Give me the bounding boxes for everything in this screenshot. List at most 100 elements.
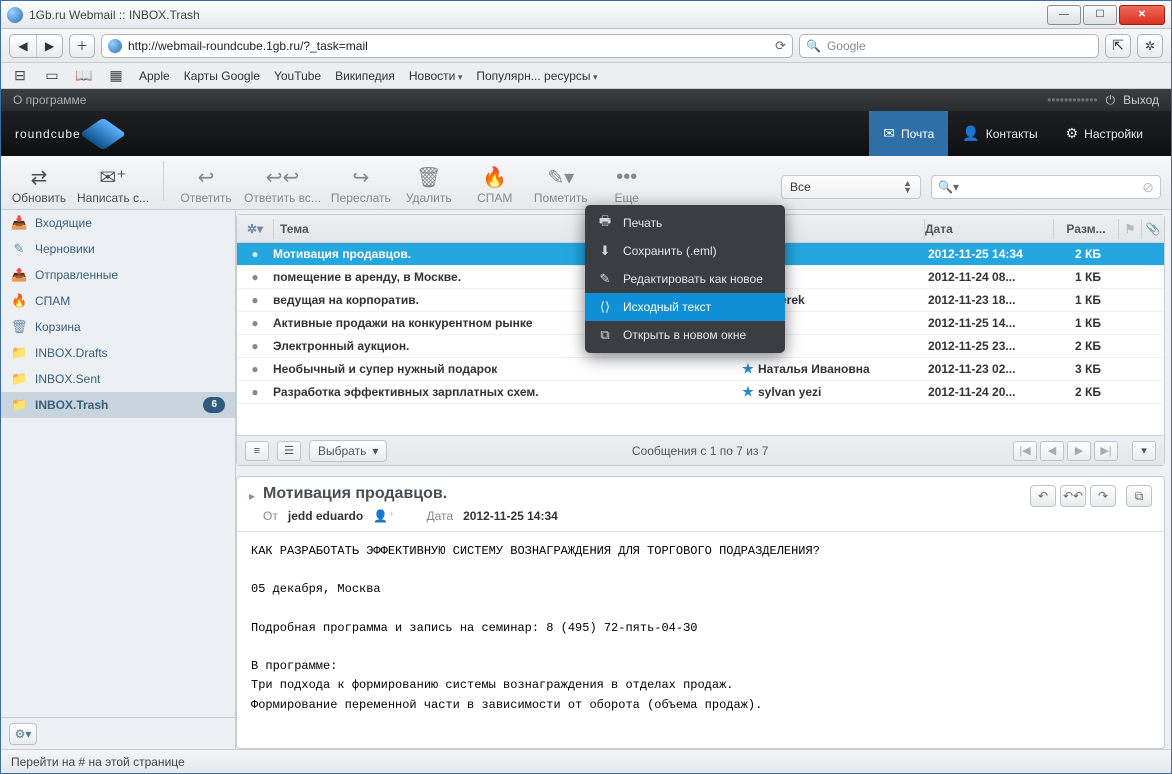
back-button[interactable]: ◀ <box>10 35 36 57</box>
col-size[interactable]: Разм... <box>1054 222 1118 236</box>
open-window-button[interactable]: ⧉ <box>1126 485 1152 507</box>
maximize-button[interactable]: ☐ <box>1083 5 1117 25</box>
thread-mode-button[interactable]: ☰ <box>277 441 301 461</box>
bookmark-item[interactable]: Новости <box>409 69 462 83</box>
list-mode-button[interactable]: ≡ <box>245 441 269 461</box>
forward-button[interactable]: ↪Переслать <box>331 165 391 205</box>
context-menu-item[interactable]: 🖶Печать <box>585 209 785 237</box>
reply-all-button[interactable]: ↩↩Ответить вс... <box>244 165 321 205</box>
browser-toolbar: ◀ ▶ ＋ http://webmail-roundcube.1gb.ru/?_… <box>1 29 1171 63</box>
bookmark-item[interactable]: Карты Google <box>184 69 260 83</box>
message-row[interactable]: ●Разработка эффективных зарплатных схем.… <box>237 381 1164 404</box>
bookmark-item[interactable]: YouTube <box>274 69 321 83</box>
page-first[interactable]: |◀ <box>1013 441 1037 461</box>
search-placeholder: Google <box>827 39 866 53</box>
compose-button[interactable]: ✉⁺Написать с... <box>77 165 149 205</box>
sidebar-toggle-icon[interactable]: ⊟ <box>11 69 29 83</box>
filter-select[interactable]: Все ▲▼ <box>781 175 921 199</box>
spam-button[interactable]: 🔥СПАМ <box>467 165 523 205</box>
msg-date: 2012-11-25 14:34 <box>928 247 1056 261</box>
select-menu[interactable]: Выбрать▾ <box>309 440 387 462</box>
folder-item[interactable]: 📁INBOX.Drafts <box>1 340 235 366</box>
bookmark-item[interactable]: Apple <box>139 69 170 83</box>
col-flag[interactable]: ⚑ <box>1119 222 1141 236</box>
page-next[interactable]: ▶ <box>1067 441 1091 461</box>
mail-icon: ✉ <box>883 125 895 142</box>
about-link[interactable]: О программе <box>13 93 86 107</box>
book-icon[interactable]: 📖 <box>75 69 93 83</box>
close-button[interactable]: ✕ <box>1119 5 1165 25</box>
mail-search[interactable]: 🔍▾ ⊘ <box>931 175 1161 199</box>
bookmark-item[interactable]: Википедия <box>335 69 395 83</box>
contact-icon[interactable]: 👤⁺ <box>373 509 394 523</box>
folder-item[interactable]: 📁INBOX.Sent <box>1 366 235 392</box>
message-row[interactable]: ●Необычный и супер нужный подарок★Наталь… <box>237 358 1164 381</box>
bullet-icon: ● <box>237 293 273 307</box>
new-window-button[interactable]: ⇱ <box>1105 34 1131 58</box>
folder-settings-button[interactable]: ⚙▾ <box>9 723 37 745</box>
browser-search[interactable]: 🔍 Google <box>799 34 1099 58</box>
folder-icon: 📁 <box>11 371 27 387</box>
page-last[interactable]: ▶| <box>1094 441 1118 461</box>
col-attachment[interactable]: 📎 <box>1142 222 1164 236</box>
context-menu-item[interactable]: ✎Редактировать как новое <box>585 265 785 293</box>
context-menu-item[interactable]: ⬇Сохранить (.eml) <box>585 237 785 265</box>
folder-item[interactable]: 🗑Корзина <box>1 314 235 340</box>
about-bar: О программе •••••••••••• ⏻ Выход <box>1 89 1171 111</box>
folder-item[interactable]: 📥Входящие <box>1 210 235 236</box>
browser-menu-button[interactable]: ✲ <box>1137 34 1163 58</box>
star-icon[interactable]: ★ <box>738 384 758 400</box>
page-prev[interactable]: ◀ <box>1040 441 1064 461</box>
bookmark-item[interactable]: Популярн... ресурсы <box>476 69 597 83</box>
grid-icon[interactable]: ▦ <box>107 69 125 83</box>
reply-button[interactable]: ↩Ответить <box>178 165 234 205</box>
mail-toolbar: ⇄Обновить ✉⁺Написать с... ↩Ответить ↩↩От… <box>1 156 1171 210</box>
folder-item[interactable]: 🔥СПАМ <box>1 288 235 314</box>
more-icon: ••• <box>616 165 637 189</box>
folder-item[interactable]: ✎Черновики <box>1 236 235 262</box>
splitter[interactable] <box>236 466 1165 476</box>
prev-forward-button[interactable]: ↷ <box>1090 485 1116 507</box>
app-header: roundcube ✉ Почта 👤 Контакты ⚙ Настройки <box>1 111 1171 156</box>
preview-header: ▸ Мотивация продавцов. От jedd eduardo 👤… <box>237 477 1164 532</box>
col-date[interactable]: Дата <box>925 222 1053 236</box>
add-tab-button[interactable]: ＋ <box>69 34 95 58</box>
reader-icon[interactable]: ▭ <box>43 69 61 83</box>
titlebar: 1Gb.ru Webmail :: INBOX.Trash — ☐ ✕ <box>1 1 1171 29</box>
context-menu-item[interactable]: ⟨⟩Исходный текст <box>585 293 785 321</box>
msg-size: 1 КБ <box>1056 293 1120 307</box>
list-options-button[interactable]: ✲▾ <box>237 222 273 236</box>
more-button[interactable]: •••Еще <box>599 165 655 205</box>
folder-label: INBOX.Trash <box>35 398 108 412</box>
tab-contacts[interactable]: 👤 Контакты <box>948 111 1051 156</box>
date-value: 2012-11-25 14:34 <box>463 509 558 523</box>
preview-toggle[interactable]: ▾ <box>1132 441 1156 461</box>
url-bar[interactable]: http://webmail-roundcube.1gb.ru/?_task=m… <box>101 34 793 58</box>
forward-button[interactable]: ▶ <box>36 35 62 57</box>
refresh-icon: ⇄ <box>31 165 48 189</box>
reply-all-icon: ↩↩ <box>266 165 300 189</box>
message-count: Сообщения с 1 по 7 из 7 <box>395 444 1005 458</box>
url-text: http://webmail-roundcube.1gb.ru/?_task=m… <box>128 39 769 53</box>
context-menu-item[interactable]: ⧉Открыть в новом окне <box>585 321 785 349</box>
message-list-panel: ✲▾ Тема Дата Разм... ⚑ 📎 ●Мотивация прод… <box>236 214 1165 466</box>
sent-icon: 📤 <box>11 267 27 283</box>
delete-button[interactable]: 🗑Удалить <box>401 165 457 205</box>
minimize-button[interactable]: — <box>1047 5 1081 25</box>
folder-item[interactable]: 📁INBOX.Trash6 <box>1 392 235 418</box>
tab-settings[interactable]: ⚙ Настройки <box>1052 111 1157 156</box>
folder-item[interactable]: 📤Отправленные <box>1 262 235 288</box>
mark-button[interactable]: ✎▾Пометить <box>533 165 589 205</box>
reload-icon[interactable]: ⟳ <box>775 38 786 54</box>
clear-search-icon[interactable]: ⊘ <box>1142 179 1154 196</box>
print-icon: 🖶 <box>597 212 613 234</box>
tab-label: Контакты <box>986 127 1038 141</box>
star-icon[interactable]: ★ <box>738 361 758 377</box>
logout-link[interactable]: Выход <box>1123 93 1159 107</box>
refresh-button[interactable]: ⇄Обновить <box>11 165 67 205</box>
tab-mail[interactable]: ✉ Почта <box>869 111 948 156</box>
prev-reply-all-button[interactable]: ↶↶ <box>1060 485 1086 507</box>
prev-reply-button[interactable]: ↶ <box>1030 485 1056 507</box>
headers-toggle[interactable]: ▸ <box>249 485 255 503</box>
spam-icon: 🔥 <box>482 165 507 189</box>
